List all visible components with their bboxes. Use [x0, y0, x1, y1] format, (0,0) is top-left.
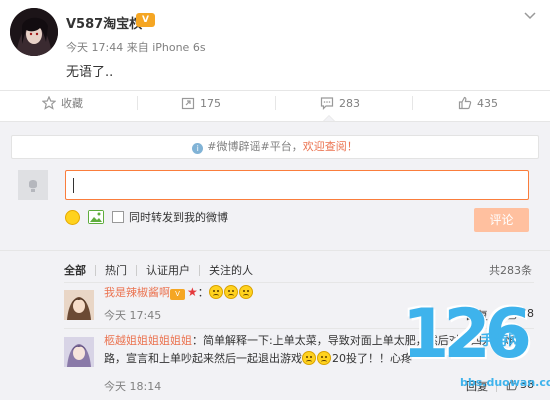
favorite-button[interactable]: 收藏 [42, 91, 83, 115]
action-divider [137, 96, 138, 110]
filter-divider [136, 264, 137, 276]
comment-time: 今天 17:45 [104, 309, 162, 322]
sync-repost-checkbox[interactable] [112, 211, 124, 223]
commenter-avatar[interactable] [64, 337, 94, 367]
info-icon: i [192, 143, 204, 154]
thumbs-up-icon [458, 96, 472, 110]
favorite-label: 收藏 [61, 97, 83, 110]
picture-glyph [89, 211, 103, 223]
commenter-name[interactable]: 柩越姐姐姐姐姐姐 [104, 334, 192, 347]
comment-filters: 全部 热门 认证用户 关注的人 [64, 262, 253, 278]
chevron-down-icon[interactable] [524, 12, 536, 20]
rumor-notice[interactable]: i #微博辟谣#平台，欢迎查阅！ [11, 135, 539, 159]
my-avatar[interactable] [18, 170, 48, 200]
site-watermark: 126 手游网 bbs.duowan.com [402, 300, 550, 400]
comment-count: 283 [339, 96, 360, 110]
filter-all[interactable]: 全部 [64, 262, 86, 278]
emoji-icon[interactable] [65, 209, 80, 225]
notice-link[interactable]: 欢迎查阅！ [303, 140, 358, 153]
fire-badge-icon: ★ [187, 285, 198, 299]
vip-small-icon: V [170, 289, 185, 300]
comment-colon: ： [197, 286, 209, 299]
commenter-avatar[interactable] [64, 290, 94, 320]
like-count: 435 [477, 96, 498, 110]
comment-time: 今天 18:14 [104, 380, 162, 393]
avatar-image [10, 8, 58, 56]
avatar-image [64, 290, 94, 320]
action-divider [412, 96, 413, 110]
comment-1-body: 我是辣椒酱啊 V ★： [104, 283, 254, 302]
comment-button[interactable]: 283 [320, 91, 360, 115]
filter-divider [95, 264, 96, 276]
submit-comment-button[interactable]: 评论 [474, 208, 529, 232]
comment-text: 20投了！！心疼 [332, 352, 412, 365]
post-meta: 今天 17:44 来自 iPhone 6s [66, 41, 206, 54]
repost-button[interactable]: 175 [181, 91, 221, 115]
text-cursor [73, 178, 74, 193]
action-divider [275, 96, 276, 110]
filter-hot[interactable]: 热门 [105, 262, 127, 278]
repost-icon [181, 97, 195, 110]
comment-total: 共283条 [489, 264, 532, 277]
comment-icon [320, 97, 334, 110]
vip-badge-icon: V [136, 13, 155, 27]
sync-repost-label: 同时转发到我的微博 [129, 211, 228, 224]
post-action-bar: 收藏 175 283 435 [0, 90, 550, 115]
like-button[interactable]: 435 [458, 91, 498, 115]
commenter-name[interactable]: 我是辣椒酱啊 [104, 286, 170, 299]
filter-following[interactable]: 关注的人 [209, 262, 253, 278]
section-divider [0, 250, 550, 251]
sad-emoji-icon [223, 285, 238, 299]
default-avatar-icon [29, 180, 37, 192]
watermark-url: bbs.duowan.com [460, 376, 550, 389]
post-username[interactable]: V587淘宝权 [66, 13, 142, 32]
star-icon [42, 96, 56, 110]
sad-emoji-icon [238, 285, 253, 299]
post-content: 无语了.. [66, 65, 114, 80]
composer-tools: 同时转发到我的微博 [65, 207, 228, 227]
notice-text: #微博辟谣#平台， [207, 140, 303, 153]
repost-count: 175 [200, 96, 221, 110]
sad-emoji-icon [208, 285, 223, 299]
comment-input[interactable] [65, 170, 529, 200]
weibo-post: V587淘宝权 V 今天 17:44 来自 iPhone 6s 无语了.. [0, 0, 550, 90]
filter-divider [199, 264, 200, 276]
comment-text: 路，宣言和上单吵起来然后一起退出游戏 [104, 352, 302, 365]
user-avatar[interactable] [10, 8, 58, 56]
laugh-emoji-icon [302, 351, 316, 365]
filter-verified[interactable]: 认证用户 [146, 262, 190, 278]
image-icon[interactable] [88, 210, 104, 224]
laugh-emoji-icon [317, 351, 331, 365]
watermark-subtitle: 手游网 [480, 333, 522, 349]
avatar-image [64, 337, 94, 367]
